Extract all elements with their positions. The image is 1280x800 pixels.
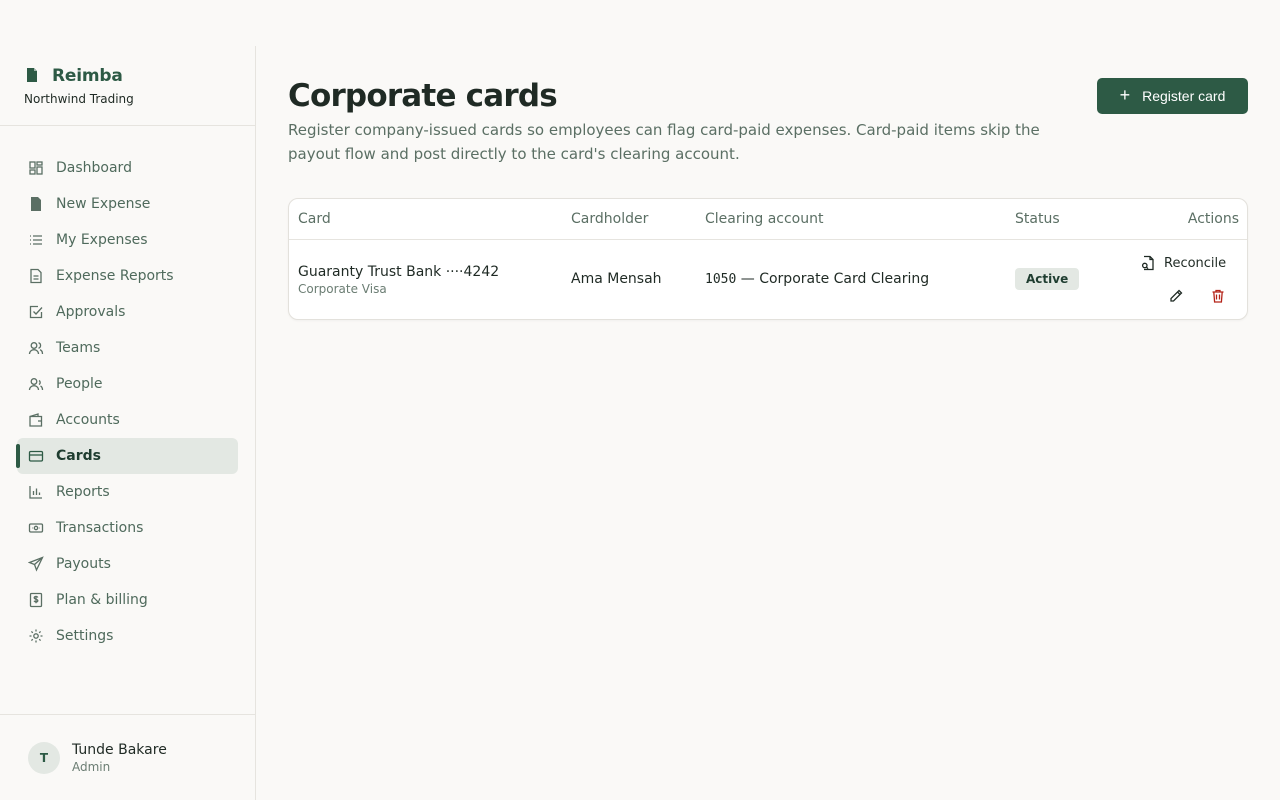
- delete-button[interactable]: [1206, 284, 1230, 308]
- sidebar-item-my-expenses[interactable]: My Expenses: [17, 222, 238, 258]
- trash-icon: [1212, 289, 1224, 303]
- sidebar-item-cards[interactable]: Cards: [16, 438, 238, 474]
- column-header-clearing-account: Clearing account: [705, 211, 824, 227]
- column-header-card: Card: [298, 211, 331, 227]
- credit-card-icon: [28, 448, 44, 464]
- column-header-actions: Actions: [1187, 211, 1239, 227]
- check-square-icon: [28, 304, 44, 320]
- sidebar-item-label: Reports: [56, 484, 110, 500]
- sidebar-item-payouts[interactable]: Payouts: [17, 546, 238, 582]
- page-description: Register company-issued cards so employe…: [288, 121, 1040, 163]
- sidebar-item-dashboard[interactable]: Dashboard: [17, 150, 238, 186]
- sidebar-item-label: Approvals: [56, 304, 126, 320]
- user-profile[interactable]: T Tunde Bakare Admin: [0, 714, 255, 800]
- reconcile-label: Reconcile: [1164, 255, 1227, 271]
- sidebar-item-accounts[interactable]: Accounts: [17, 402, 238, 438]
- account-code: 1050: [705, 272, 737, 287]
- sidebar-item-label: Expense Reports: [56, 268, 174, 284]
- account-name: — Corporate Card Clearing: [736, 271, 930, 287]
- gear-icon: [28, 628, 44, 644]
- card-type: Corporate Visa: [298, 282, 387, 296]
- sidebar-item-approvals[interactable]: Approvals: [17, 294, 238, 330]
- status-badge: Active: [1015, 268, 1080, 290]
- sidebar-item-label: Cards: [56, 448, 101, 464]
- clearing-account: 1050 — Corporate Card Clearing: [705, 271, 929, 287]
- column-header-status: Status: [1015, 211, 1060, 227]
- sidebar-item-label: Settings: [56, 628, 114, 644]
- sidebar-item-label: Dashboard: [56, 160, 132, 176]
- pencil-icon: [1170, 289, 1183, 302]
- sidebar-item-label: People: [56, 376, 103, 392]
- sidebar-item-settings[interactable]: Settings: [17, 618, 238, 654]
- cardholder-name: Ama Mensah: [571, 271, 662, 287]
- sidebar-item-label: New Expense: [56, 196, 151, 212]
- sidebar-item-label: Teams: [56, 340, 101, 356]
- register-card-button[interactable]: + Register card: [1097, 78, 1248, 114]
- status-cell: Active: [1015, 268, 1080, 290]
- avatar: T: [28, 741, 60, 774]
- cards-table: Card Cardholder Clearing account Status …: [288, 198, 1248, 320]
- main-content: Corporate cards Register company-issued …: [288, 78, 1248, 320]
- sidebar-nav: Dashboard New Expense My Expenses Expens…: [0, 126, 255, 654]
- file-icon: [28, 196, 44, 212]
- brand: Reimba Northwind Trading: [0, 46, 255, 126]
- brand-name[interactable]: Reimba: [52, 66, 123, 86]
- plus-icon: +: [1119, 85, 1131, 105]
- sidebar-item-plan-billing[interactable]: Plan & billing: [17, 582, 238, 618]
- sidebar-item-label: Transactions: [56, 520, 144, 536]
- reconcile-button[interactable]: Reconcile: [1140, 255, 1226, 271]
- document-icon: [24, 67, 42, 85]
- sidebar-item-new-expense[interactable]: New Expense: [17, 186, 238, 222]
- edit-button[interactable]: [1164, 284, 1188, 308]
- register-card-label: Register card: [1142, 88, 1226, 104]
- reconcile-icon: [1141, 255, 1154, 271]
- wallet-icon: [28, 412, 44, 428]
- report-icon: [28, 268, 44, 284]
- sidebar-item-label: Plan & billing: [56, 592, 148, 608]
- dollar-receipt-icon: [28, 592, 44, 608]
- sidebar-item-reports[interactable]: Reports: [17, 474, 238, 510]
- card-cell: Guaranty Trust Bank ····4242 Corporate V…: [298, 264, 499, 296]
- sidebar: Reimba Northwind Trading Dashboard New E…: [0, 46, 256, 800]
- sidebar-item-label: My Expenses: [56, 232, 148, 248]
- card-name: Guaranty Trust Bank ····4242: [298, 264, 500, 280]
- send-icon: [28, 556, 44, 572]
- people-icon: [28, 376, 44, 392]
- sidebar-item-expense-reports[interactable]: Expense Reports: [17, 258, 238, 294]
- sidebar-item-people[interactable]: People: [17, 366, 238, 402]
- org-name: Northwind Trading: [24, 92, 134, 106]
- banknote-icon: [28, 520, 44, 536]
- sidebar-item-transactions[interactable]: Transactions: [17, 510, 238, 546]
- dashboard-icon: [28, 160, 44, 176]
- user-role: Admin: [72, 759, 111, 774]
- user-name: Tunde Bakare: [72, 741, 167, 758]
- list-icon: [28, 232, 44, 248]
- sidebar-item-teams[interactable]: Teams: [17, 330, 238, 366]
- sidebar-item-label: Payouts: [56, 556, 111, 572]
- users-icon: [28, 340, 44, 356]
- sidebar-item-label: Accounts: [56, 412, 120, 428]
- table-header: Card Cardholder Clearing account Status …: [289, 199, 1247, 240]
- bar-chart-icon: [28, 484, 44, 500]
- column-header-cardholder: Cardholder: [571, 211, 649, 227]
- table-row: Guaranty Trust Bank ····4242 Corporate V…: [289, 240, 1247, 320]
